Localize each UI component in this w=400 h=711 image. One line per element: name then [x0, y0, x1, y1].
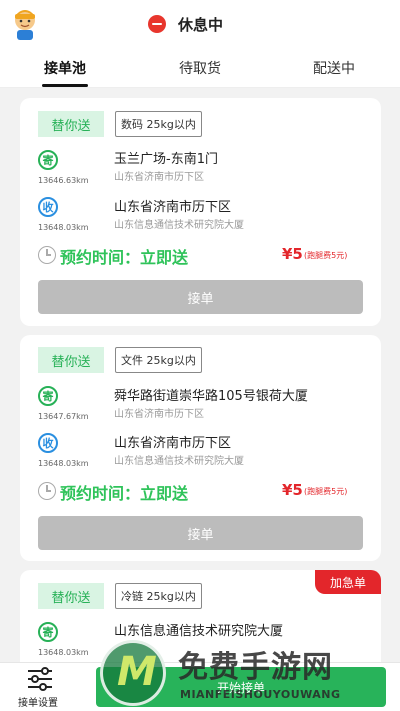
receiver-detail: 山东信息通信技术研究院大厦	[114, 220, 244, 231]
sender-address: 舜华路街道崇华路105号银荷大厦	[114, 389, 308, 404]
receiver-icon: 收	[38, 433, 58, 453]
sender-icon: 寄	[38, 622, 58, 642]
urgent-badge: 加急单	[315, 570, 381, 594]
receiver-icon: 收	[38, 197, 58, 217]
order-card[interactable]: 替你送 数码 25kg以内 寄 13646.63km 玉兰广场-东南1门 山东省…	[20, 98, 381, 326]
order-card[interactable]: 替你送 文件 25kg以内 寄 13647.67km 舜华路街道崇华路105号银…	[20, 335, 381, 561]
order-settings-label[interactable]: 接单设置	[18, 694, 58, 709]
top-bar: 休息中	[0, 0, 400, 48]
sender-icon: 寄	[38, 150, 58, 170]
sender-region: 山东省济南市历下区	[114, 172, 204, 183]
sender-address: 山东信息通信技术研究院大厦	[114, 624, 284, 639]
order-price: ¥5	[282, 481, 303, 499]
sender-icon: 寄	[38, 386, 58, 406]
receiver-distance: 13648.03km	[38, 459, 89, 468]
sender-distance: 13648.03km	[38, 648, 89, 657]
receiver-address: 山东省济南市历下区	[114, 436, 232, 451]
bottom-bar: 接单设置 开始接单	[0, 662, 400, 711]
receiver-distance: 13648.03km	[38, 223, 89, 232]
accept-order-button[interactable]: 接单	[38, 516, 363, 550]
appointment-time: 预约时间：立即送	[60, 484, 189, 503]
sender-address: 玉兰广场-东南1门	[114, 152, 218, 167]
tab-delivering[interactable]: 配送中	[313, 58, 355, 78]
accept-order-button[interactable]: 接单	[38, 280, 363, 314]
fee-note: (跑腿费5元)	[304, 251, 348, 260]
sliders-icon[interactable]	[26, 667, 54, 691]
fee-note: (跑腿费5元)	[304, 487, 348, 496]
status-text: 休息中	[178, 15, 224, 34]
courier-avatar-icon[interactable]	[12, 8, 38, 40]
service-tag: 替你送	[38, 111, 104, 137]
start-accepting-button[interactable]: 开始接单	[96, 667, 386, 707]
status-icon	[148, 15, 166, 33]
clock-icon	[38, 246, 56, 264]
sender-region: 山东省济南市历下区	[114, 409, 204, 420]
receiver-detail: 山东信息通信技术研究院大厦	[114, 456, 244, 467]
cargo-tag: 冷链 25kg以内	[115, 583, 202, 609]
receiver-address: 山东省济南市历下区	[114, 200, 232, 215]
clock-icon	[38, 482, 56, 500]
work-status[interactable]: 休息中	[148, 12, 223, 36]
order-tabs: 接单池 待取货 配送中	[0, 48, 400, 88]
active-tab-indicator	[42, 84, 88, 87]
cargo-tag: 数码 25kg以内	[115, 111, 202, 137]
service-tag: 替你送	[38, 347, 104, 373]
sender-distance: 13647.67km	[38, 412, 89, 421]
sender-distance: 13646.63km	[38, 176, 89, 185]
order-price: ¥5	[282, 245, 303, 263]
tab-order-pool[interactable]: 接单池	[44, 58, 86, 78]
tab-pending-pickup[interactable]: 待取货	[179, 58, 221, 78]
appointment-time: 预约时间：立即送	[60, 248, 189, 267]
cargo-tag: 文件 25kg以内	[115, 347, 202, 373]
service-tag: 替你送	[38, 583, 104, 609]
